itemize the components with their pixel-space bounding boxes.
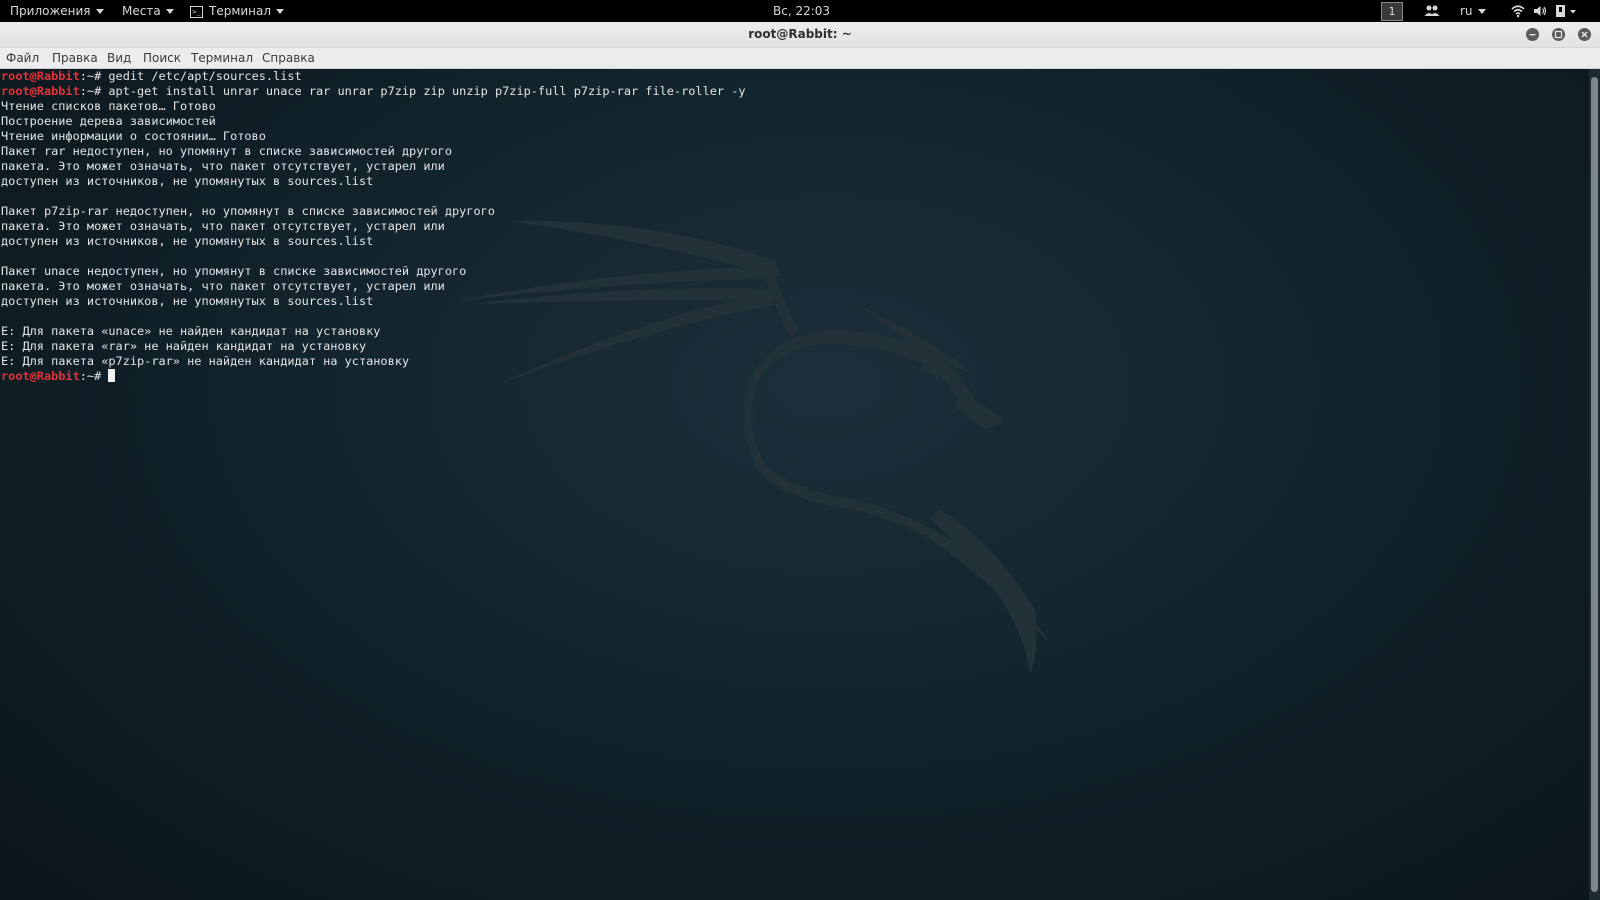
terminal-output-line: E: Для пакета «unace» не найден кандидат… [1, 324, 746, 339]
menu-file[interactable]: Файл [6, 48, 39, 68]
applications-label: Приложения [10, 4, 91, 18]
prompt-user: root@Rabbit [1, 84, 80, 98]
output-text: доступен из источников, не упомянутых в … [1, 294, 374, 308]
window-title: root@Rabbit: ~ [748, 27, 852, 41]
minimize-icon [1529, 34, 1536, 36]
prompt-user: root@Rabbit [1, 69, 80, 83]
terminal-output-line: пакета. Это может означать, что пакет от… [1, 159, 746, 174]
terminal-command-line: root@Rabbit:~# [1, 369, 746, 384]
power-icon[interactable] [1555, 4, 1577, 21]
terminal-output-line: доступен из источников, не упомянутых в … [1, 174, 746, 189]
terminal-output-line: доступен из источников, не упомянутых в … [1, 294, 746, 309]
terminal-output-line: Пакет p7zip-rar недоступен, но упомянут … [1, 204, 746, 219]
keyboard-layout-label: ru [1460, 4, 1473, 18]
close-button[interactable] [1578, 28, 1591, 41]
prompt-path: :~# [79, 69, 109, 83]
terminal-output[interactable]: root@Rabbit:~# gedit /etc/apt/sources.li… [1, 69, 746, 384]
output-text: E: Для пакета «unace» не найден кандидат… [1, 324, 381, 338]
terminal-output-line: Построение дерева зависимостей [1, 114, 746, 129]
prompt-path: :~# [79, 84, 109, 98]
output-text: пакета. Это может означать, что пакет от… [1, 159, 445, 173]
terminal-command-line: root@Rabbit:~# apt-get install unrar una… [1, 84, 746, 99]
terminal-output-line: E: Для пакета «p7zip-rar» не найден канд… [1, 354, 746, 369]
command-text: gedit /etc/apt/sources.list [108, 69, 302, 83]
output-text: Пакет unace недоступен, но упомянут в сп… [1, 264, 467, 278]
terminal-output-line: пакета. Это может означать, что пакет от… [1, 219, 746, 234]
applications-menu[interactable]: Приложения [10, 0, 104, 22]
output-text: E: Для пакета «p7zip-rar» не найден канд… [1, 354, 410, 368]
maximize-icon [1554, 30, 1563, 39]
places-menu[interactable]: Места [122, 0, 174, 22]
terminal-icon: >_ [190, 5, 203, 18]
terminal-output-line: доступен из источников, не упомянутых в … [1, 234, 746, 249]
menu-view[interactable]: Вид [107, 48, 131, 68]
menu-search[interactable]: Поиск [143, 48, 181, 68]
window-titlebar[interactable]: root@Rabbit: ~ [0, 22, 1600, 48]
maximize-button[interactable] [1552, 28, 1565, 41]
top-panel: Приложения Места >_ Терминал Вс, 22:03 1 … [0, 0, 1600, 22]
keyboard-layout-menu[interactable]: ru [1460, 0, 1486, 22]
output-text: Пакет rar недоступен, но упомянут в спис… [1, 144, 453, 158]
close-icon [1581, 31, 1588, 38]
workspace-indicator[interactable]: 1 [1381, 2, 1403, 21]
clock[interactable]: Вс, 22:03 [773, 0, 830, 22]
minimize-button[interactable] [1526, 28, 1539, 41]
terminal-output-line: Чтение информации о состоянии… Готово [1, 129, 746, 144]
output-text: Построение дерева зависимостей [1, 114, 216, 128]
terminal-app-label: Терминал [209, 4, 272, 18]
chevron-down-icon [165, 9, 174, 14]
menubar: Файл Правка Вид Поиск Терминал Справка [0, 48, 1600, 69]
terminal-output-line: пакета. Это может означать, что пакет от… [1, 279, 746, 294]
terminal-scrollbar[interactable] [1589, 69, 1600, 900]
output-text: Пакет p7zip-rar недоступен, но упомянут … [1, 204, 495, 218]
terminal-output-line: Пакет rar недоступен, но упомянут в спис… [1, 144, 746, 159]
output-text: доступен из источников, не упомянутых в … [1, 234, 374, 248]
terminal-output-line: Пакет unace недоступен, но упомянут в сп… [1, 264, 746, 279]
terminal-app-menu[interactable]: >_ Терминал [190, 0, 285, 22]
prompt-user: root@Rabbit [1, 369, 80, 383]
chevron-down-icon [1477, 9, 1486, 14]
places-label: Места [122, 4, 161, 18]
menu-edit[interactable]: Правка [52, 48, 98, 68]
menu-help[interactable]: Справка [262, 48, 315, 68]
terminal-command-line: root@Rabbit:~# gedit /etc/apt/sources.li… [1, 69, 746, 84]
terminal-output-line: E: Для пакета «rar» не найден кандидат н… [1, 339, 746, 354]
output-text: пакета. Это может означать, что пакет от… [1, 279, 445, 293]
volume-icon[interactable] [1533, 4, 1547, 21]
scrollbar-thumb[interactable] [1591, 77, 1598, 892]
output-text: пакета. Это может означать, что пакет от… [1, 219, 445, 233]
terminal-output-line: Чтение списков пакетов… Готово [1, 99, 746, 114]
chevron-down-icon [95, 9, 104, 14]
output-text: E: Для пакета «rar» не найден кандидат н… [1, 339, 367, 353]
menu-terminal[interactable]: Терминал [191, 48, 253, 68]
output-text: Чтение списков пакетов… Готово [1, 99, 216, 113]
chevron-down-icon [276, 9, 285, 14]
prompt-path: :~# [79, 369, 109, 383]
text-cursor [108, 369, 116, 382]
output-text: доступен из источников, не упомянутых в … [1, 174, 374, 188]
wifi-icon[interactable] [1511, 4, 1525, 21]
command-text: apt-get install unrar unace rar unrar p7… [108, 84, 746, 98]
output-text: Чтение информации о состоянии… Готово [1, 129, 266, 143]
terminal-area[interactable]: root@Rabbit:~# gedit /etc/apt/sources.li… [0, 69, 1589, 900]
users-icon[interactable] [1424, 4, 1440, 21]
